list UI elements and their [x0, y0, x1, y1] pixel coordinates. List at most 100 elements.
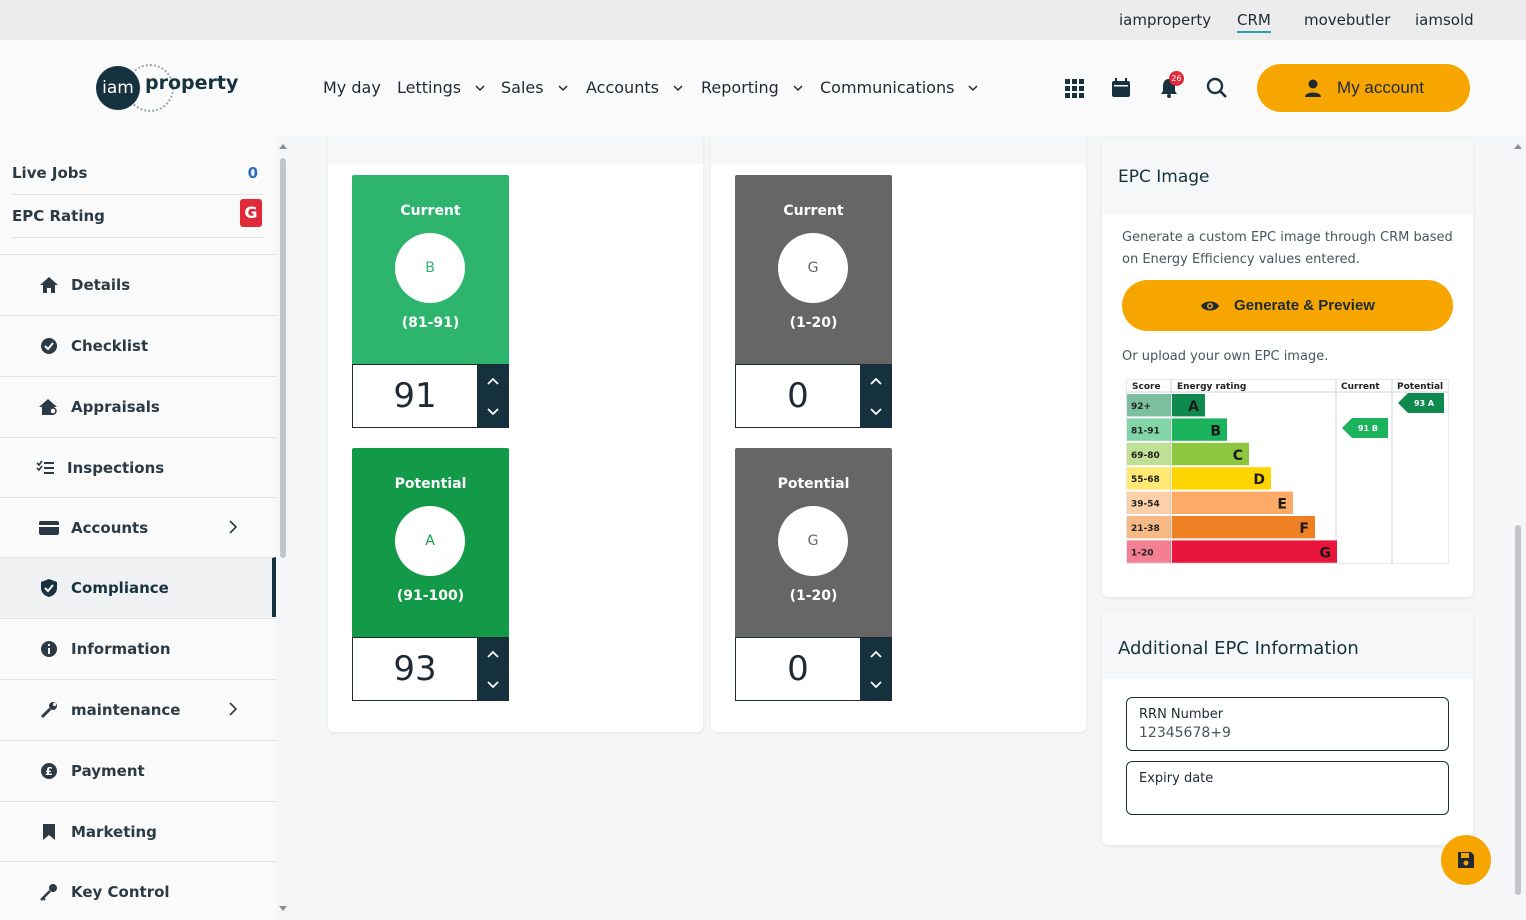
environmental-potential-stepper[interactable]: 0	[735, 637, 892, 701]
sidebar-item-label: Payment	[71, 761, 145, 780]
scroll-thumb[interactable]	[280, 158, 286, 558]
nav-accounts[interactable]: Accounts	[586, 78, 683, 97]
expiry-date-field[interactable]: Expiry date	[1126, 761, 1449, 815]
band-circle: G	[778, 506, 848, 576]
nav-sales[interactable]: Sales	[501, 78, 568, 97]
energy-potential-card: Potential A (91-100)	[352, 448, 509, 637]
epc-rating-label: EPC Rating	[12, 207, 105, 225]
sidebar-item-marketing[interactable]: Marketing	[0, 801, 276, 861]
sidebar-item-accounts[interactable]: Accounts	[0, 497, 276, 557]
increment-button[interactable]	[860, 365, 891, 396]
epc-rating-chart[interactable]: Score Energy rating Current Potential 92…	[1126, 379, 1449, 564]
rrn-number-input[interactable]: 12345678+9	[1139, 725, 1231, 741]
increment-button[interactable]	[477, 638, 508, 669]
apps-grid-icon[interactable]	[1062, 76, 1086, 100]
link-movebutler[interactable]: movebutler	[1304, 11, 1390, 29]
band-letter: C	[1233, 448, 1243, 464]
energy-potential-stepper[interactable]: 93	[352, 637, 509, 701]
sidebar-item-label: Details	[71, 275, 131, 294]
nav-lettings[interactable]: Lettings	[397, 78, 485, 97]
save-button[interactable]	[1441, 835, 1491, 885]
pound-icon: £	[39, 761, 59, 781]
live-jobs-label: Live Jobs	[12, 164, 88, 182]
floppy-disk-icon	[1458, 852, 1474, 868]
sidebar-item-information[interactable]: Information	[0, 618, 276, 678]
sidebar-item-label: Inspections	[67, 458, 165, 477]
link-iamproperty[interactable]: iamproperty	[1119, 11, 1211, 29]
decrement-button[interactable]	[477, 396, 508, 427]
sidebar-scrollbar[interactable]	[278, 140, 288, 915]
home-icon	[39, 275, 59, 295]
energy-current-card: Current B (81-91)	[352, 175, 509, 364]
scroll-thumb[interactable]	[1515, 525, 1521, 895]
sidebar-item-maintenance[interactable]: maintenance	[0, 679, 276, 739]
potential-marker-label: 93 A	[1414, 399, 1435, 408]
stepper-value[interactable]: 0	[736, 365, 860, 427]
chevron-up-icon	[869, 650, 882, 658]
band-letter: E	[1277, 497, 1287, 513]
stepper-value[interactable]: 0	[736, 638, 860, 700]
increment-button[interactable]	[477, 365, 508, 396]
notification-badge: 26	[1169, 71, 1184, 86]
nav-reporting[interactable]: Reporting	[701, 78, 803, 97]
calendar-icon[interactable]	[1109, 76, 1133, 100]
house-search-icon	[39, 397, 59, 417]
nav-communications[interactable]: Communications	[820, 78, 978, 97]
band-letter: A	[1188, 399, 1199, 415]
energy-current-stepper[interactable]: 91	[352, 364, 509, 428]
my-account-button[interactable]: My account	[1257, 64, 1470, 112]
band-range: (81-91)	[401, 315, 460, 331]
band-circle: B	[395, 233, 465, 303]
generate-preview-button[interactable]: Generate & Preview	[1122, 280, 1453, 331]
nav-label: My day	[323, 78, 381, 97]
chevron-down-icon	[869, 407, 882, 415]
sidebar-item-appraisals[interactable]: Appraisals	[0, 376, 276, 436]
panel-header	[328, 136, 703, 164]
list-check-icon	[35, 458, 55, 478]
band-score-label: 92+	[1131, 402, 1151, 412]
environmental-current-stepper[interactable]: 0	[735, 364, 892, 428]
band-range: (1-20)	[789, 315, 838, 331]
card-label: Current	[783, 203, 844, 219]
sidebar-item-inspections[interactable]: Inspections	[0, 437, 276, 497]
chevron-up-icon	[869, 377, 882, 385]
sidebar-item-details[interactable]: Details	[0, 254, 276, 314]
scroll-up-icon[interactable]	[1513, 142, 1523, 150]
epc-image-card: EPC Image Generate a custom EPC image th…	[1102, 139, 1473, 597]
band-letter: B	[1210, 423, 1221, 439]
scroll-down-icon[interactable]	[278, 905, 288, 913]
logo-text: property	[145, 72, 239, 94]
chart-header-current: Current	[1341, 382, 1380, 392]
svg-text:£: £	[45, 765, 53, 778]
chevron-down-icon	[558, 84, 568, 91]
nav-label: Lettings	[397, 78, 462, 97]
sidebar-item-checklist[interactable]: Checklist	[0, 315, 276, 375]
decrement-button[interactable]	[477, 669, 508, 700]
sidebar-item-payment[interactable]: £ Payment	[0, 740, 276, 800]
band-bar-g	[1172, 540, 1337, 563]
decrement-button[interactable]	[860, 396, 891, 427]
rrn-number-field[interactable]: RRN Number 12345678+9	[1126, 697, 1449, 751]
band-score-label: 1-20	[1131, 548, 1154, 558]
sidebar-item-key-control[interactable]: Key Control	[0, 861, 276, 920]
live-jobs-row[interactable]: Live Jobs 0	[12, 164, 264, 182]
sidebar-item-compliance[interactable]: Compliance	[0, 557, 276, 617]
logo[interactable]: iam property	[96, 64, 239, 112]
increment-button[interactable]	[860, 638, 891, 669]
decrement-button[interactable]	[860, 669, 891, 700]
scroll-up-icon[interactable]	[278, 142, 288, 150]
search-icon[interactable]	[1205, 76, 1229, 100]
link-iamsold[interactable]: iamsold	[1415, 11, 1474, 29]
sidebar: Live Jobs 0 EPC Rating G Details Checkli…	[0, 136, 276, 920]
field-label: RRN Number	[1139, 707, 1224, 722]
chevron-down-icon	[486, 407, 499, 415]
page-scrollbar[interactable]	[1512, 140, 1524, 900]
band-range: (1-20)	[789, 588, 838, 604]
link-crm[interactable]: CRM	[1237, 11, 1271, 33]
nav-label: Reporting	[701, 78, 779, 97]
energy-efficiency-panel: Current B (81-91) 91 Potential A (91-100…	[328, 136, 703, 732]
stepper-value[interactable]: 91	[353, 365, 477, 427]
stepper-value[interactable]: 93	[353, 638, 477, 700]
nav-my-day[interactable]: My day	[323, 78, 381, 97]
card-icon	[39, 518, 59, 538]
